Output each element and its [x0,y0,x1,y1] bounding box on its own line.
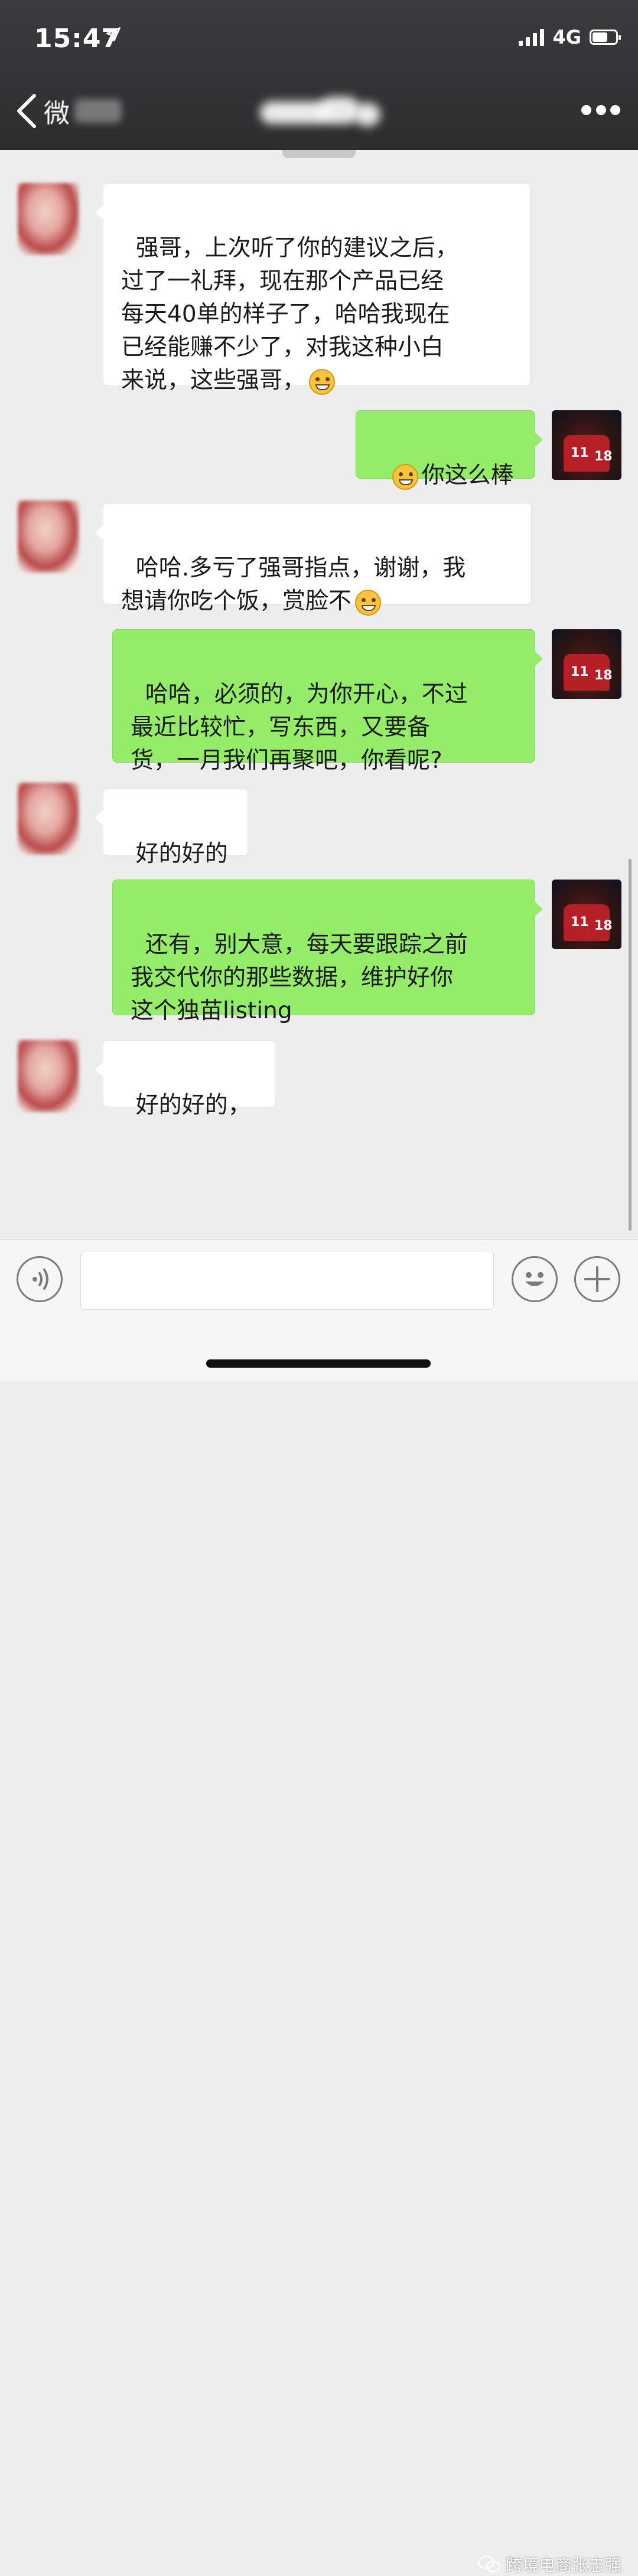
message-text: 强哥，上次听了你的建议之后， 过了一礼拜，现在那个产品已经 每天40单的样子了，… [121,235,458,394]
contact-avatar[interactable] [18,501,79,573]
jersey-number: 18 [594,449,613,464]
plus-icon [584,1266,610,1292]
back-label: 微 [44,99,70,129]
status-right: 4G [519,26,621,48]
wechat-logo-icon [477,2555,501,2572]
my-avatar[interactable]: 11 18 [552,880,621,949]
jersey-number: 11 [571,446,589,460]
voice-button[interactable] [17,1256,63,1302]
message-text: 好的好的， [135,1092,251,1119]
message-text: 好的好的 [135,841,228,867]
chat-title-blurred [260,97,384,126]
contact-avatar[interactable] [18,1040,79,1112]
my-avatar[interactable]: 11 18 [552,629,621,699]
jersey-number: 11 [571,915,589,930]
more-dot-icon [595,105,606,115]
message-input[interactable] [80,1251,494,1310]
message-text: 你这么棒 [421,462,514,489]
message-bubble-outgoing[interactable]: 哈哈，必须的，为你开心，不过 最近比较忙，写东西，又要备 货，一月我们再聚吧，你… [112,629,543,774]
more-button[interactable] [581,105,620,117]
jersey-number: 18 [594,668,613,683]
voice-icon [32,1269,48,1290]
watermark-text: 跨境电商张志强 [506,2555,622,2575]
grin-emoji-icon [392,463,418,490]
battery-icon [590,30,621,45]
emoji-button[interactable] [512,1256,558,1302]
message-bubble-outgoing[interactable]: 还有，别大意，每天要跟踪之前 我交代你的那些数据，维护好你 这个独苗listin… [112,880,543,1024]
message-text: 还有，别大意，每天要跟踪之前 我交代你的那些数据，维护好你 这个独苗listin… [131,931,468,1024]
location-arrow-icon [106,27,121,41]
smiley-icon [525,1272,544,1286]
message-bubble-incoming[interactable]: 好的好的 [95,789,248,867]
chevron-left-icon [17,94,36,128]
contact-avatar[interactable] [18,783,79,855]
more-dot-icon [610,105,620,115]
back-label-blurred [74,99,122,123]
grin-emoji-icon [355,589,382,616]
watermark: 跨境电商张志强 [477,2552,621,2576]
more-dot-icon [581,105,591,115]
contact-avatar[interactable] [18,183,79,255]
home-indicator[interactable] [206,1359,431,1368]
signal-icon [519,28,545,46]
message-bubble-incoming[interactable]: 好的好的， [95,1040,275,1119]
back-button[interactable]: 微 [15,92,122,130]
message-bubble-incoming[interactable]: 哈哈.多亏了强哥指点，谢谢，我 想请你吃个饭，赏脸不 [95,503,532,616]
network-type: 4G [552,26,581,48]
pull-handle [282,150,356,158]
top-bar: 15:47 4G 微 [0,0,638,150]
message-text: 哈哈，必须的，为你开心，不过 最近比较忙，写东西，又要备 货，一月我们再聚吧，你… [131,681,468,774]
plus-button[interactable] [574,1256,620,1302]
message-text: 哈哈.多亏了强哥指点，谢谢，我 想请你吃个饭，赏脸不 [121,555,466,614]
scrollbar[interactable] [629,859,632,1231]
message-bubble-incoming[interactable]: 强哥，上次听了你的建议之后， 过了一礼拜，现在那个产品已经 每天40单的样子了，… [95,183,530,395]
input-bar: 跨境电商张志强 [0,1239,638,2575]
my-avatar[interactable]: 11 18 [552,410,621,480]
jersey-number: 18 [594,918,613,933]
jersey-number: 11 [571,665,589,679]
message-bubble-outgoing[interactable]: 你这么棒 [356,410,543,490]
shy-smile-emoji-icon [309,368,336,395]
